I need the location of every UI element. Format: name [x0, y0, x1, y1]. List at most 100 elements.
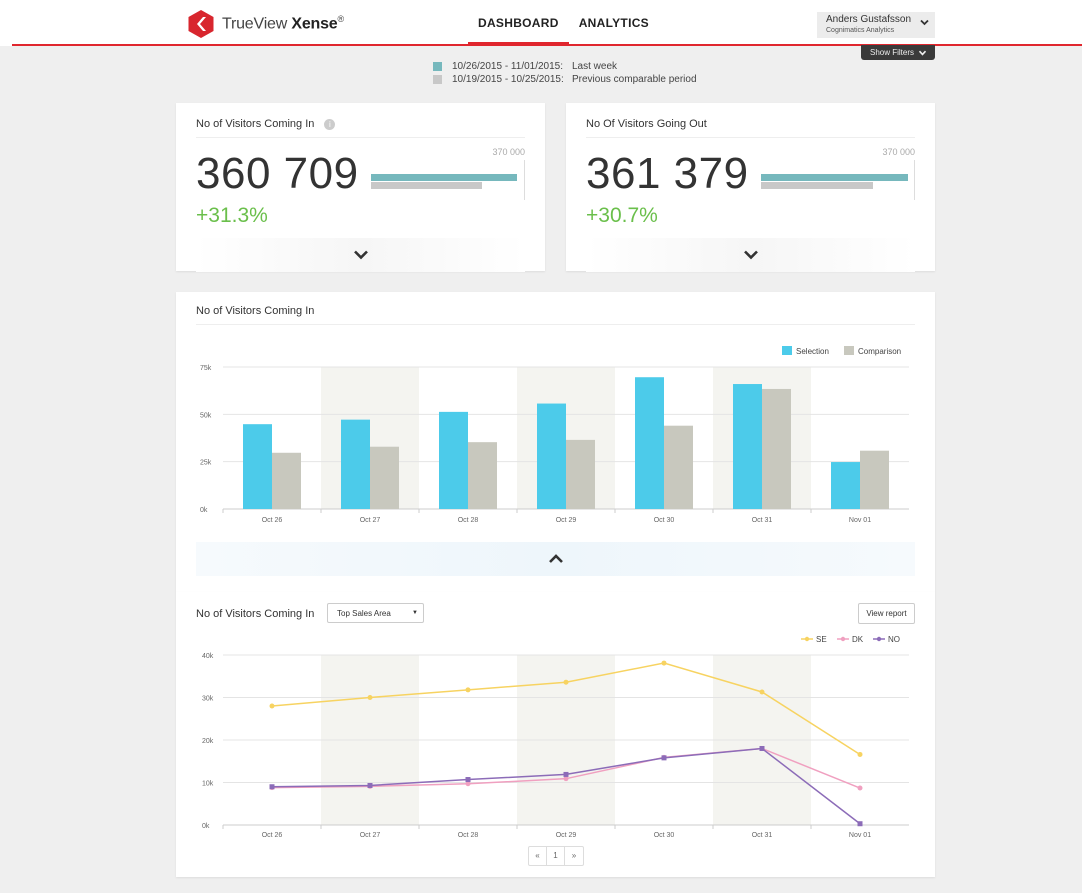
- bar-selection: [537, 403, 566, 509]
- period-label: Last week: [572, 61, 618, 72]
- view-report-button[interactable]: View report: [858, 603, 915, 624]
- pager-page-button[interactable]: 1: [547, 847, 565, 865]
- divider: [586, 137, 915, 138]
- data-point-se: [563, 679, 569, 685]
- data-point-dk: [857, 785, 863, 791]
- bar-selection: [733, 384, 762, 509]
- x-tick-label: Oct 29: [556, 517, 577, 524]
- kpi-max-line: [914, 160, 915, 200]
- user-name: Anders Gustafsson: [826, 14, 912, 25]
- pagination: « 1 »: [528, 846, 584, 866]
- period-legend: 10/26/2015 - 11/01/2015: Last week 10/19…: [433, 60, 697, 86]
- bar-selection: [831, 462, 860, 509]
- legend-label: DK: [852, 635, 864, 644]
- legend-swatch: [782, 346, 792, 355]
- kpi-title: No of Visitors Coming In i: [196, 118, 336, 130]
- x-tick-label: Oct 29: [556, 832, 577, 839]
- bar-comparison: [762, 388, 791, 509]
- data-point-no: [269, 784, 275, 790]
- y-tick-label: 25k: [200, 460, 212, 467]
- kpi-max-label: 370 000: [882, 147, 915, 157]
- kpi-expand-area: [586, 238, 915, 272]
- period-dates: 10/26/2015 - 11/01/2015:: [452, 61, 564, 72]
- y-tick-label: 40k: [202, 653, 214, 660]
- data-point-no: [367, 782, 373, 788]
- data-point-no: [563, 771, 569, 777]
- logo-icon: [186, 9, 216, 39]
- pager-next-button[interactable]: »: [565, 847, 583, 865]
- kpi-value: 361 379: [586, 149, 749, 198]
- legend-swatch: [844, 346, 854, 355]
- legend-label: SE: [816, 635, 827, 644]
- area-dropdown[interactable]: Top Sales Area ▼: [327, 603, 424, 623]
- user-org: Cognimatics Analytics: [826, 27, 895, 34]
- line-chart: 0k 10k 20k 30k 40k Oct 26 Oct 27 Oct 28 Oct 29 Oc…: [202, 635, 909, 839]
- data-point-dk: [465, 781, 471, 787]
- top-bar: TrueView Xense® DASHBOARD ANALYTICS Ande…: [0, 0, 1082, 46]
- chevron-down-icon[interactable]: [743, 247, 759, 263]
- data-point-se: [367, 695, 373, 700]
- bar-chart-card: No of Visitors Coming In 0k 25k 50k 75k Oct …: [176, 292, 935, 592]
- bar-selection: [439, 411, 468, 509]
- bar-chart: 0k 25k 50k 75k Oct 26 Oct 27 Oct 28 Oct 29 Oct 3…: [200, 346, 909, 524]
- kpi-comparison-bar: [371, 182, 483, 189]
- data-point-se: [269, 703, 275, 709]
- bar-comparison: [272, 452, 301, 509]
- x-tick-label: Oct 30: [654, 832, 675, 839]
- legend-label: Selection: [796, 347, 829, 356]
- chevron-down-icon[interactable]: [353, 247, 369, 263]
- chevron-down-icon: [919, 50, 926, 56]
- bar-comparison: [664, 425, 693, 509]
- kpi-card-going-out: No Of Visitors Going Out 361 379 +30.7% …: [566, 103, 935, 272]
- x-tick-label: Oct 26: [262, 832, 283, 839]
- user-menu[interactable]: Anders Gustafsson Cognimatics Analytics: [817, 12, 935, 38]
- x-tick-label: Oct 28: [458, 517, 479, 524]
- info-icon[interactable]: i: [324, 118, 336, 130]
- x-tick-label: Oct 31: [752, 832, 773, 839]
- kpi-selection-bar: [761, 174, 908, 181]
- period-dates: 10/19/2015 - 10/25/2015:: [452, 74, 564, 85]
- kpi-expand-area: [196, 238, 525, 272]
- bar-comparison: [370, 446, 399, 509]
- x-tick-label: Oct 27: [360, 832, 381, 839]
- data-point-no: [857, 821, 863, 827]
- kpi-max-line: [524, 160, 525, 200]
- y-tick-label: 0k: [200, 507, 208, 514]
- y-tick-label: 30k: [202, 696, 214, 703]
- y-tick-label: 50k: [200, 412, 212, 419]
- show-filters-label: Show Filters: [869, 48, 914, 57]
- divider: [196, 137, 525, 138]
- caret-down-icon: ▼: [412, 610, 418, 616]
- nav-analytics[interactable]: ANALYTICS: [569, 0, 659, 46]
- data-point-se: [465, 687, 471, 693]
- divider: [196, 324, 915, 325]
- brand-logo[interactable]: TrueView Xense®: [186, 9, 344, 39]
- bar-selection: [341, 419, 370, 509]
- chevron-up-icon[interactable]: [548, 551, 564, 567]
- pager-prev-button[interactable]: «: [529, 847, 547, 865]
- x-tick-label: Oct 30: [654, 517, 675, 524]
- line-chart-card: No of Visitors Coming In Top Sales Area …: [176, 592, 935, 877]
- x-tick-label: Oct 26: [262, 517, 283, 524]
- brand-name: TrueView Xense®: [222, 14, 344, 33]
- y-tick-label: 75k: [200, 365, 212, 372]
- section-title: No of Visitors Coming In: [196, 305, 315, 317]
- x-tick-label: Oct 31: [752, 517, 773, 524]
- bar-selection: [635, 377, 664, 509]
- bar-comparison: [566, 439, 595, 509]
- kpi-change: +31.3%: [196, 204, 268, 227]
- nav-dashboard[interactable]: DASHBOARD: [468, 0, 569, 46]
- show-filters-button[interactable]: Show Filters: [861, 45, 935, 60]
- period-legend-current: 10/26/2015 - 11/01/2015: Last week: [433, 60, 697, 73]
- data-point-no: [465, 777, 471, 783]
- bar-comparison: [468, 442, 497, 509]
- x-tick-label: Oct 28: [458, 832, 479, 839]
- x-tick-label: Oct 27: [360, 517, 381, 524]
- kpi-selection-bar: [371, 174, 518, 181]
- data-point-se: [857, 751, 863, 757]
- legend-marker: [840, 636, 846, 642]
- y-tick-label: 10k: [202, 781, 214, 788]
- data-point-no: [759, 746, 765, 751]
- x-tick-label: Nov 01: [849, 517, 871, 524]
- data-point-no: [661, 755, 667, 761]
